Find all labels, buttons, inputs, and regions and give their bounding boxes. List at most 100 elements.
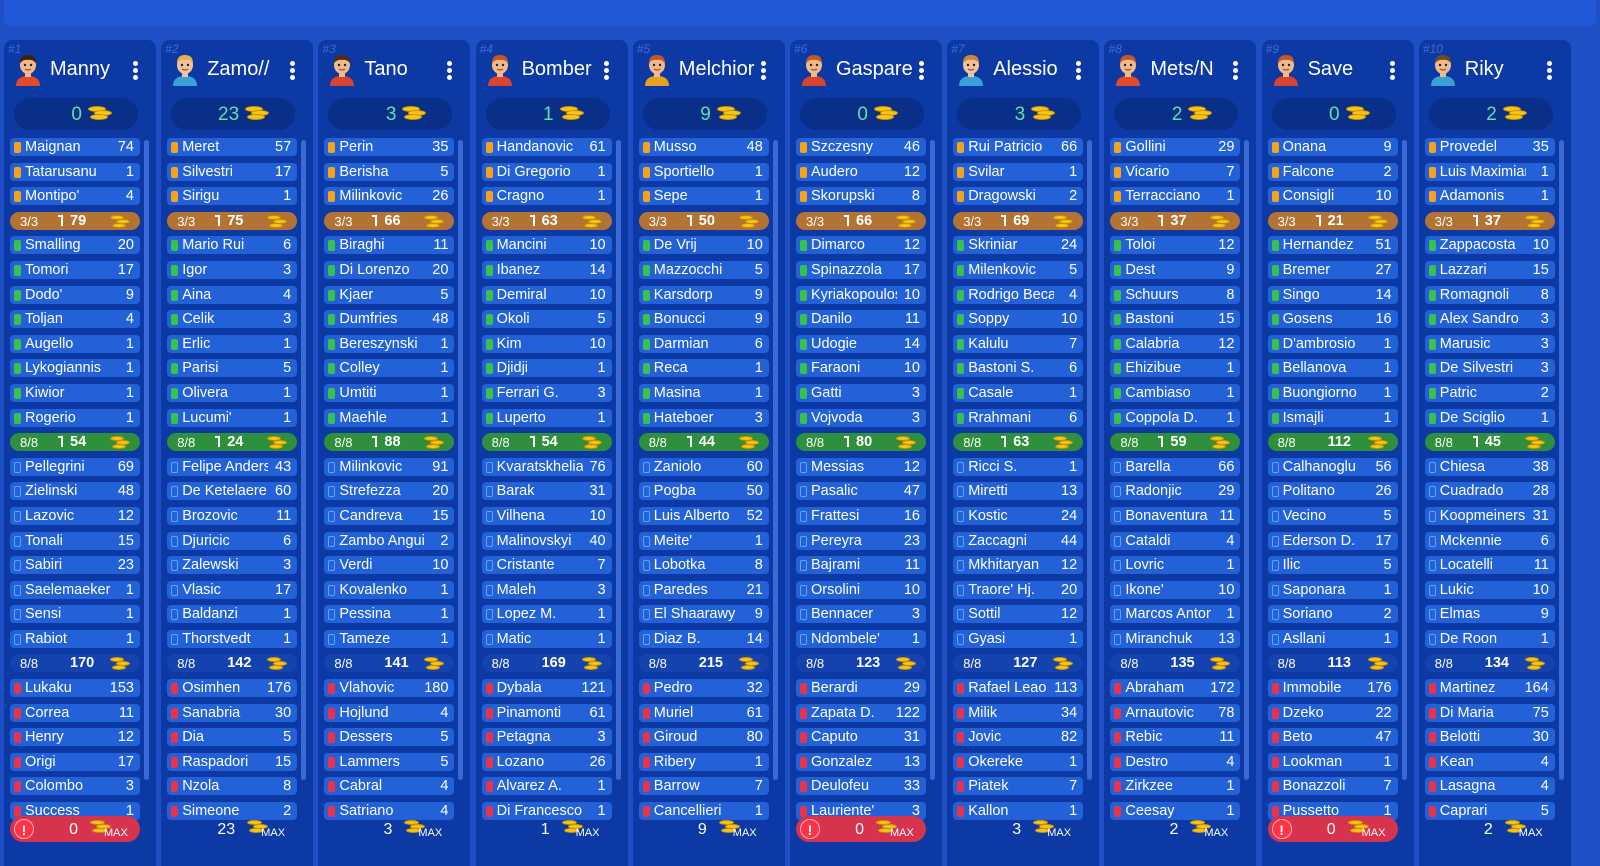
player-row[interactable]: Lobotka 8 xyxy=(638,556,769,575)
player-row[interactable]: Bastoni 15 xyxy=(1110,310,1241,329)
player-row[interactable]: Reca 1 xyxy=(638,359,769,378)
player-row[interactable]: Cuadrado 28 xyxy=(1424,482,1555,501)
team-name[interactable]: Manny xyxy=(50,58,128,81)
player-row[interactable]: Rui Patricio 66 xyxy=(953,138,1084,156)
player-row[interactable]: Arnautovic 78 xyxy=(1110,703,1241,722)
player-row[interactable]: Lopez M. 1 xyxy=(481,605,612,624)
player-row[interactable]: Cambiaso 1 xyxy=(1110,383,1241,402)
player-row[interactable]: Baldanzi 1 xyxy=(167,605,298,624)
player-row[interactable]: Kean 4 xyxy=(1424,752,1555,771)
player-row[interactable]: Pessina 1 xyxy=(324,605,455,624)
player-row[interactable]: Zielinski 48 xyxy=(10,482,140,501)
player-row[interactable]: Pinamonti 61 xyxy=(481,703,612,722)
player-row[interactable]: Giroud 80 xyxy=(638,728,769,747)
player-row[interactable]: Sirigu 1 xyxy=(167,187,298,206)
player-row[interactable]: Deulofeu 33 xyxy=(796,777,926,796)
player-row[interactable]: Cataldi 4 xyxy=(1110,531,1241,550)
scrollbar[interactable] xyxy=(301,140,307,780)
player-row[interactable]: Politano 26 xyxy=(1267,482,1398,501)
player-row[interactable]: Biraghi 11 xyxy=(324,236,455,255)
player-row[interactable]: Kim 10 xyxy=(481,334,612,353)
player-row[interactable]: Skriniar 24 xyxy=(953,236,1084,255)
player-row[interactable]: Destro 4 xyxy=(1110,752,1241,771)
player-row[interactable]: Dessers 5 xyxy=(324,728,455,747)
player-row[interactable]: Berardi 29 xyxy=(796,679,926,698)
player-row[interactable]: Maehle 1 xyxy=(324,408,455,427)
player-row[interactable]: Pereyra 23 xyxy=(796,531,926,550)
player-row[interactable]: Lykogiannis 1 xyxy=(10,359,140,378)
player-row[interactable]: Saelemaekers 1 xyxy=(10,580,140,599)
player-row[interactable]: Colombo 3 xyxy=(10,777,140,796)
player-row[interactable]: Correa 11 xyxy=(10,703,140,722)
player-row[interactable]: Berisha 5 xyxy=(324,162,455,181)
player-row[interactable]: Schuurs 8 xyxy=(1110,285,1241,304)
player-row[interactable]: Okereke 1 xyxy=(953,752,1084,771)
player-row[interactable]: Luis Alberto 52 xyxy=(638,506,769,525)
player-row[interactable]: Bonazzoli 7 xyxy=(1267,777,1398,796)
player-row[interactable]: Chiesa 38 xyxy=(1424,457,1555,476)
more-menu-icon[interactable] xyxy=(1073,61,1083,81)
player-row[interactable]: Spinazzola 17 xyxy=(796,260,926,279)
player-row[interactable]: Abraham 172 xyxy=(1110,679,1241,698)
player-row[interactable]: Lozano 26 xyxy=(481,752,612,771)
player-row[interactable]: Lookman 1 xyxy=(1267,752,1398,771)
player-row[interactable]: Rebic 11 xyxy=(1110,728,1241,747)
player-row[interactable]: Vojvoda 3 xyxy=(796,408,926,427)
more-menu-icon[interactable] xyxy=(130,61,140,81)
scrollbar[interactable] xyxy=(1401,140,1407,780)
player-row[interactable]: Lukaku 153 xyxy=(10,679,140,698)
player-row[interactable]: Bonucci 9 xyxy=(638,310,769,329)
player-row[interactable]: Masina 1 xyxy=(638,383,769,402)
player-row[interactable]: Colley 1 xyxy=(324,359,455,378)
player-row[interactable]: Darmian 6 xyxy=(638,334,769,353)
player-row[interactable]: De Vrij 10 xyxy=(638,236,769,255)
player-row[interactable]: Immobile 176 xyxy=(1267,679,1398,698)
player-row[interactable]: Djuricic 6 xyxy=(167,531,298,550)
player-row[interactable]: Tonali 15 xyxy=(10,531,140,550)
player-row[interactable]: Kalulu 7 xyxy=(953,334,1084,353)
scrollbar[interactable] xyxy=(458,140,464,780)
player-row[interactable]: Belotti 30 xyxy=(1424,728,1555,747)
player-row[interactable]: Ilic 5 xyxy=(1267,556,1398,575)
player-row[interactable]: Orsolini 10 xyxy=(796,580,926,599)
player-row[interactable]: Ferrari G. 3 xyxy=(481,383,612,402)
player-row[interactable]: Dragowski 2 xyxy=(953,187,1084,206)
player-row[interactable]: Smalling 20 xyxy=(10,236,140,255)
player-row[interactable]: Henry 12 xyxy=(10,728,140,747)
player-row[interactable]: Soppy 10 xyxy=(953,310,1084,329)
player-row[interactable]: De Ketelaere 60 xyxy=(167,482,298,501)
player-row[interactable]: Erlic 1 xyxy=(167,334,298,353)
player-row[interactable]: Mckennie 6 xyxy=(1424,531,1555,550)
player-row[interactable]: Elmas 9 xyxy=(1424,605,1555,624)
player-row[interactable]: Aina 4 xyxy=(167,285,298,304)
player-row[interactable]: De Roon 1 xyxy=(1424,629,1555,648)
player-row[interactable]: Vilhena 10 xyxy=(481,506,612,525)
player-row[interactable]: Cristante 7 xyxy=(481,556,612,575)
more-menu-icon[interactable] xyxy=(916,61,926,81)
player-row[interactable]: Gollini 29 xyxy=(1110,138,1241,156)
player-row[interactable]: Mancini 10 xyxy=(481,236,612,255)
player-row[interactable]: Handanovic 61 xyxy=(481,138,612,156)
player-row[interactable]: Zappacosta 10 xyxy=(1424,236,1555,255)
player-row[interactable]: Parisi 5 xyxy=(167,359,298,378)
player-row[interactable]: Sportiello 1 xyxy=(638,162,769,181)
player-row[interactable]: Kvaratskhelia 76 xyxy=(481,457,612,476)
player-row[interactable]: Rogerio 1 xyxy=(10,408,140,427)
player-row[interactable]: Beto 47 xyxy=(1267,728,1398,747)
player-row[interactable]: Igor 3 xyxy=(167,260,298,279)
player-row[interactable]: Tomori 17 xyxy=(10,260,140,279)
player-row[interactable]: Traore' Hj. 20 xyxy=(953,580,1084,599)
player-row[interactable]: Messias 12 xyxy=(796,457,926,476)
player-row[interactable]: Dumfries 48 xyxy=(324,310,455,329)
player-row[interactable]: Bajrami 11 xyxy=(796,556,926,575)
player-row[interactable]: Dest 9 xyxy=(1110,260,1241,279)
team-name[interactable]: Bomber xyxy=(522,58,600,81)
player-row[interactable]: Ehizibue 1 xyxy=(1110,359,1241,378)
player-row[interactable]: Origi 17 xyxy=(10,752,140,771)
player-row[interactable]: Luperto 1 xyxy=(481,408,612,427)
player-row[interactable]: Malinovskyi 40 xyxy=(481,531,612,550)
player-row[interactable]: Zirkzee 1 xyxy=(1110,777,1241,796)
player-row[interactable]: Rodrigo Becao 4 xyxy=(953,285,1084,304)
player-row[interactable]: Piatek 7 xyxy=(953,777,1084,796)
player-row[interactable]: Hojlund 4 xyxy=(324,703,455,722)
